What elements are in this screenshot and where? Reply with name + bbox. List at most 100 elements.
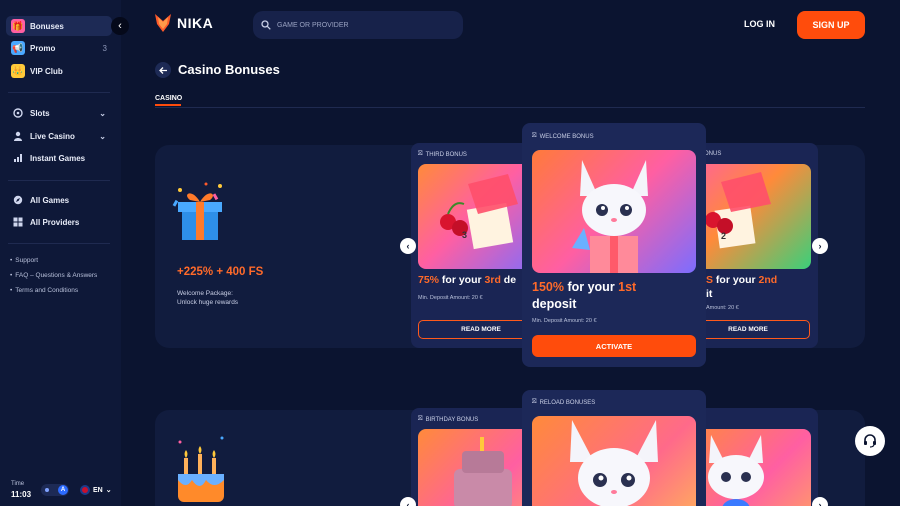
- toggle-dot: [45, 488, 49, 492]
- min-deposit: Min. Deposit Amount: 20 €: [418, 295, 483, 301]
- bonus-image: [532, 416, 696, 506]
- signup-button[interactable]: SIGN UP: [797, 11, 865, 39]
- card-title-text: for your: [439, 274, 485, 286]
- package-subtitle-line: Unlock huge rewards: [177, 299, 239, 306]
- card-title: 75% for your 3rd de: [418, 274, 516, 286]
- crown-icon: 👑: [11, 64, 25, 78]
- deposit-ordinal: 1st: [618, 280, 637, 294]
- sidebar-item-label: Slots: [30, 108, 50, 118]
- logo-text: NIKA: [177, 15, 214, 31]
- activate-button[interactable]: ACTIVATE: [532, 335, 696, 357]
- sidebar-item-all-providers[interactable]: All Providers: [6, 212, 112, 232]
- search-icon: [261, 20, 271, 30]
- sidebar-item-bonuses[interactable]: 🎁 Bonuses: [6, 16, 112, 36]
- back-button[interactable]: [155, 62, 171, 78]
- package-subtitle-line: Welcome Package:: [177, 290, 233, 297]
- theme-toggle[interactable]: A: [41, 484, 69, 496]
- arrow-left-icon: [158, 66, 167, 74]
- gift-icon: ⛝: [532, 133, 537, 139]
- sidebar-item-label: Live Casino: [30, 131, 75, 141]
- support-chat-button[interactable]: [855, 426, 885, 456]
- card-label-text: ONUS: [704, 151, 722, 157]
- cake-icon: [178, 436, 224, 502]
- carousel-next-button[interactable]: ›: [812, 497, 828, 506]
- login-button[interactable]: LOG IN: [744, 19, 775, 29]
- support-link[interactable]: Support: [10, 257, 38, 264]
- time-value: 11:03: [11, 490, 32, 499]
- card-title-line2: deposit: [532, 297, 577, 311]
- language-code: EN: [93, 486, 103, 494]
- bonus-card-reload: ⛝ RELOAD BONUSES: [522, 390, 706, 506]
- sidebar-item-live-casino[interactable]: Live Casino ⌄: [6, 126, 112, 146]
- slot-icon: [11, 106, 25, 120]
- search-input[interactable]: [277, 21, 447, 29]
- collapse-sidebar-button[interactable]: ‹: [111, 17, 129, 35]
- deposit-ordinal: 3rd: [484, 274, 501, 286]
- sidebar-item-label: Promo: [30, 43, 56, 53]
- sidebar-item-label: All Games: [30, 195, 70, 205]
- sidebar-item-promo[interactable]: 📢 Promo 3: [6, 38, 112, 58]
- megaphone-icon: 📢: [11, 41, 25, 55]
- sidebar-item-all-games[interactable]: All Games: [6, 190, 112, 210]
- faq-link[interactable]: FAQ – Questions & Answers: [10, 272, 97, 279]
- card-label: ONUS: [704, 151, 721, 157]
- bonus-percent: S: [706, 274, 714, 286]
- carousel-prev-button[interactable]: ‹: [400, 238, 416, 254]
- card-label: ⛝ RELOAD BONUSES: [532, 399, 595, 406]
- carousel-next-button[interactable]: ›: [812, 238, 828, 254]
- card-title-line2: it: [706, 288, 713, 300]
- search-bar[interactable]: [253, 11, 463, 39]
- sidebar-item-slots[interactable]: Slots ⌄: [6, 103, 112, 123]
- gift-box-icon: [172, 182, 222, 240]
- bonus-percent: 150%: [532, 280, 564, 294]
- box-number: 2: [721, 231, 727, 241]
- dealer-icon: [11, 129, 25, 143]
- divider: [8, 92, 110, 93]
- tab-casino[interactable]: CASINO: [155, 95, 182, 102]
- sidebar-item-label: Instant Games: [30, 153, 86, 163]
- card-label-text: THIRD BONUS: [425, 151, 467, 158]
- uk-flag-icon: [80, 485, 90, 495]
- gift-icon: ⛝: [532, 399, 537, 405]
- language-selector[interactable]: EN ⌄: [80, 485, 112, 495]
- sidebar-item-label: Bonuses: [30, 21, 64, 31]
- card-label: ⛝ BIRTHDAY BONUS: [418, 416, 478, 423]
- compass-icon: [11, 193, 25, 207]
- card-label-text: WELCOME BONUS: [539, 133, 594, 140]
- sidebar-item-instant-games[interactable]: Instant Games: [6, 148, 112, 168]
- chevron-down-icon: ⌄: [99, 108, 106, 118]
- card-label: ⛝ WELCOME BONUS: [532, 133, 594, 140]
- min-deposit: Min. Deposit Amount: 20 €: [532, 318, 597, 324]
- card-title-text: for your: [563, 280, 619, 294]
- sidebar: ‹ 🎁 Bonuses 📢 Promo 3 👑 VIP Club Slots ⌄…: [0, 0, 129, 506]
- card-title: 150% for your 1st: [532, 280, 636, 294]
- carousel-prev-button[interactable]: ‹: [400, 497, 416, 506]
- chevron-down-icon: ⌄: [105, 487, 112, 494]
- card-label-text: RELOAD BONUSES: [539, 399, 596, 406]
- card-title: S for your 2nd: [706, 274, 777, 286]
- divider: [8, 243, 110, 244]
- package-title: +225% + 400 FS: [177, 266, 264, 278]
- box-number: 3: [462, 230, 468, 240]
- card-label: ⛝ THIRD BONUS: [418, 151, 467, 158]
- card-title-text: for your: [713, 274, 759, 286]
- page-title: Casino Bonuses: [178, 62, 280, 77]
- gift-icon: 🎁: [11, 19, 25, 33]
- bonus-card-welcome: ⛝ WELCOME BONUS 150% for your 1st deposit…: [522, 123, 706, 367]
- time-label: Time: [11, 481, 25, 487]
- toggle-knob: A: [58, 485, 68, 495]
- fox-logo-icon: [155, 14, 171, 32]
- chevron-down-icon: ⌄: [99, 131, 106, 141]
- terms-link[interactable]: Terms and Conditions: [10, 287, 78, 294]
- logo[interactable]: NIKA: [155, 14, 213, 32]
- bonus-percent: 75%: [418, 274, 440, 286]
- gift-icon: ⛝: [418, 416, 423, 422]
- bonus-image: [532, 150, 696, 273]
- chart-icon: [11, 151, 25, 165]
- sidebar-item-label: All Providers: [30, 217, 80, 227]
- sidebar-item-vip-club[interactable]: 👑 VIP Club: [6, 61, 112, 81]
- sidebar-item-label: VIP Club: [30, 66, 63, 76]
- package-subtitle: Welcome Package: Unlock huge rewards: [177, 289, 277, 307]
- tab-divider: [155, 107, 865, 108]
- card-label-text: BIRTHDAY BONUS: [425, 416, 479, 423]
